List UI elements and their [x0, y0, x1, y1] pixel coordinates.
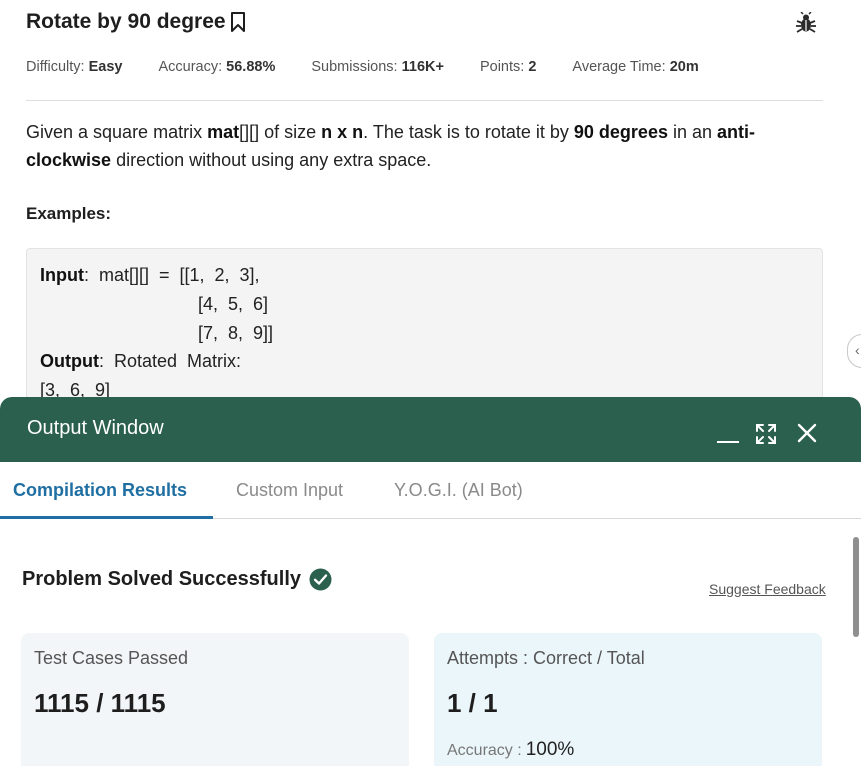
attempts-card: Attempts : Correct / Total 1 / 1 Accurac… — [434, 633, 822, 766]
bug-icon[interactable] — [795, 12, 817, 34]
problem-meta: Difficulty: Easy Accuracy: 56.88% Submis… — [26, 59, 735, 75]
test-cases-value: 1115 / 1115 — [34, 688, 166, 718]
active-tab-indicator — [0, 516, 213, 519]
test-cases-label: Test Cases Passed — [34, 648, 189, 668]
output-window-header: Output Window — [0, 397, 861, 462]
scrollbar-thumb[interactable] — [853, 537, 859, 637]
accuracy-label: Accuracy : — [447, 742, 522, 759]
example-block: Input: mat[][] = [[1, 2, 3], [4, 5, 6] [… — [26, 248, 823, 408]
meta-points: Points: 2 — [479, 59, 537, 75]
accuracy-row: Accuracy :100% — [447, 739, 574, 761]
accuracy-value: 100% — [525, 739, 575, 760]
tab-custom-input[interactable]: Custom Input — [236, 480, 343, 501]
examples-heading: Examples: — [26, 204, 112, 223]
example-input-row-3: [7, 8, 9]] — [198, 323, 274, 343]
meta-average-time: Average Time: 20m — [572, 59, 699, 75]
sidebar-toggle[interactable]: ‹ — [847, 334, 861, 368]
example-input-row-2: [4, 5, 6] — [198, 294, 269, 314]
example-output-line: Output: Rotated Matrix: — [40, 351, 242, 371]
bookmark-icon[interactable] — [230, 12, 246, 32]
problem-title: Rotate by 90 degree — [26, 10, 226, 33]
attempts-value: 1 / 1 — [447, 688, 498, 718]
output-tabs: Compilation Results Custom Input Y.O.G.I… — [0, 462, 861, 519]
chevron-left-icon: ‹ — [855, 342, 860, 358]
tab-compilation-results[interactable]: Compilation Results — [13, 480, 187, 501]
attempts-label: Attempts : Correct / Total — [447, 648, 645, 668]
meta-submissions: Submissions: 116K+ — [311, 59, 444, 75]
check-circle-icon — [309, 568, 332, 591]
tab-yogi-ai-bot[interactable]: Y.O.G.I. (AI Bot) — [394, 480, 523, 501]
divider — [26, 100, 823, 101]
problem-description: Given a square matrix mat[][] of size n … — [26, 122, 756, 170]
example-input-line: Input: mat[][] = [[1, 2, 3], — [40, 265, 260, 285]
suggest-feedback-link[interactable]: Suggest Feedback — [709, 581, 826, 597]
close-icon[interactable] — [796, 422, 818, 444]
meta-difficulty: Difficulty: Easy — [26, 59, 123, 75]
maximize-icon[interactable] — [755, 423, 777, 445]
output-window-title: Output Window — [27, 417, 164, 439]
result-status: Problem Solved Successfully — [22, 568, 332, 591]
test-cases-card: Test Cases Passed 1115 / 1115 — [21, 633, 409, 766]
status-title: Problem Solved Successfully — [22, 568, 301, 590]
problem-header: Rotate by 90 degree — [26, 10, 246, 34]
minimize-icon[interactable] — [717, 427, 739, 443]
meta-accuracy: Accuracy: 56.88% — [158, 59, 276, 75]
